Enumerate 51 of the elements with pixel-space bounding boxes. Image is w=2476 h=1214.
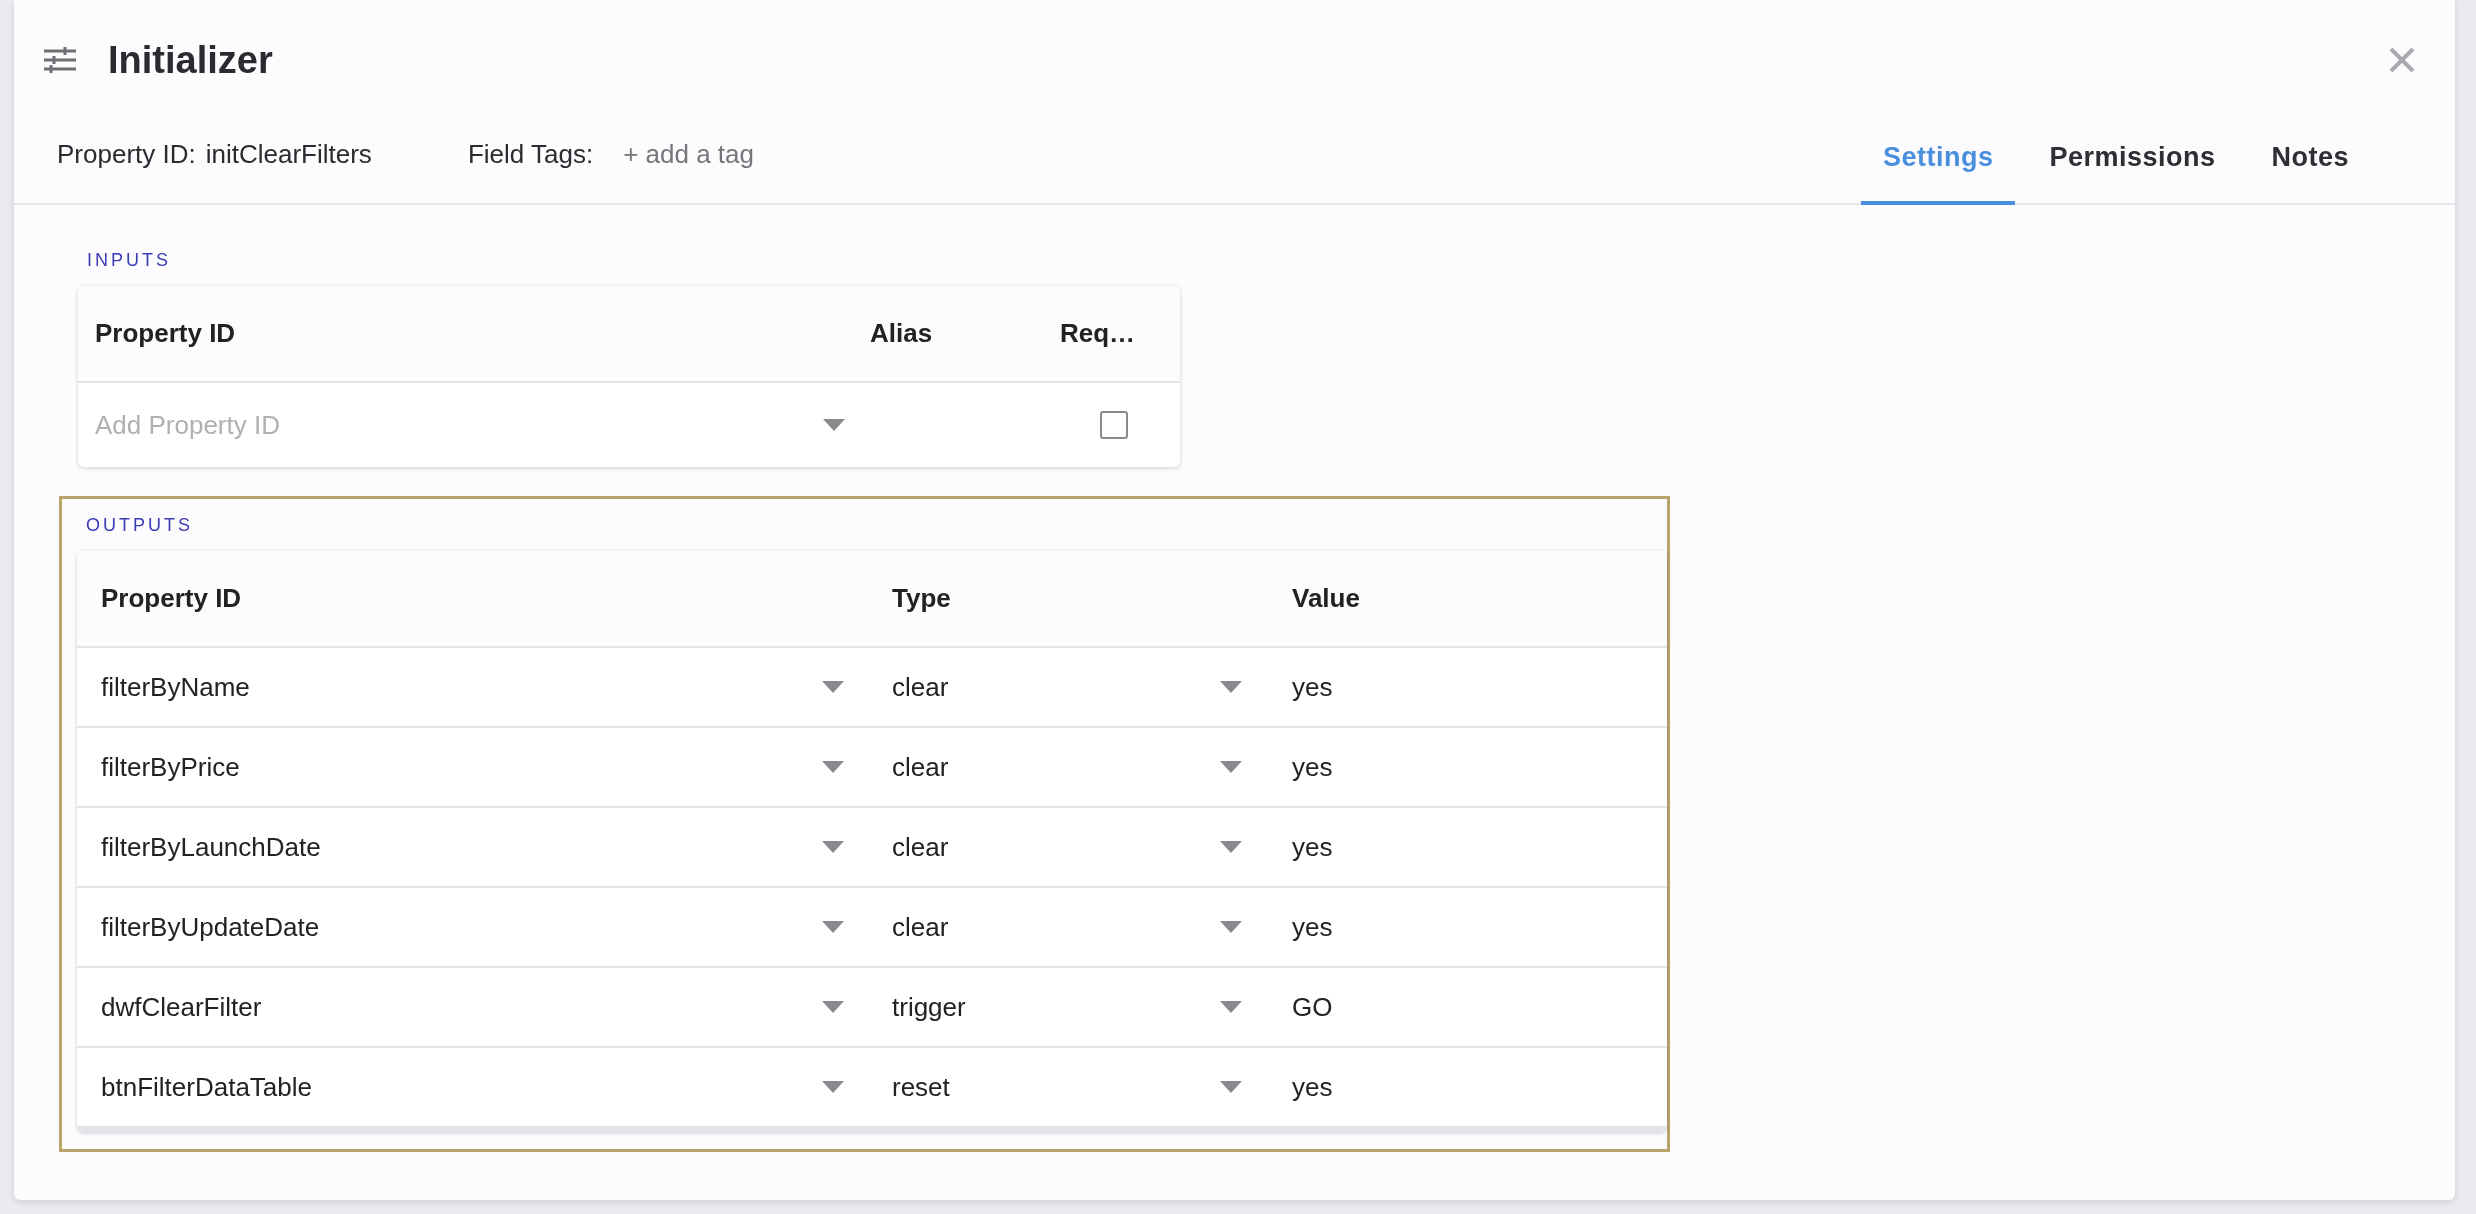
column-header: Type xyxy=(892,583,951,614)
column-header: Req… xyxy=(1060,318,1136,349)
add-tag-link[interactable]: + add a tag xyxy=(623,138,754,170)
caret-icon xyxy=(1220,681,1242,693)
field-tags-label: Field Tags: xyxy=(467,138,594,170)
required-checkbox[interactable] xyxy=(1100,411,1128,439)
property-select[interactable]: dwfClearFilter xyxy=(77,968,869,1046)
caret-icon xyxy=(822,921,844,933)
section-heading: OUTPUTS xyxy=(85,513,194,537)
property-select[interactable]: btnFilterDataTable xyxy=(77,1048,869,1126)
property-select[interactable]: filterByUpdateDate xyxy=(77,888,869,966)
table-cell: GO xyxy=(1292,991,1333,1023)
caret-icon xyxy=(823,419,845,431)
caret-icon xyxy=(822,761,844,773)
property-select[interactable]: Add Property ID xyxy=(95,409,823,441)
column-header: Alias xyxy=(870,318,933,349)
property-id-value: initClearFilters xyxy=(205,138,372,170)
property-select[interactable]: filterByPrice xyxy=(77,728,869,806)
caret-icon xyxy=(1220,921,1242,933)
type-select[interactable]: reset xyxy=(869,1048,1269,1126)
table-cell: yes xyxy=(1292,911,1333,943)
property-select[interactable]: filterByLaunchDate xyxy=(77,808,869,886)
column-header: Property ID xyxy=(95,318,236,349)
type-select[interactable]: clear xyxy=(869,648,1269,726)
caret-icon xyxy=(822,841,844,853)
dialog-title: Initializer xyxy=(108,38,274,82)
type-select[interactable]: clear xyxy=(869,728,1269,806)
tab[interactable]: Permissions xyxy=(2027,137,2238,205)
property-id-label: Property ID: xyxy=(57,138,196,170)
caret-icon xyxy=(1220,1081,1242,1093)
caret-icon xyxy=(822,1001,844,1013)
type-select[interactable]: clear xyxy=(869,888,1269,966)
type-select[interactable]: clear xyxy=(869,808,1269,886)
column-header: Property ID xyxy=(101,583,242,614)
table-cell: yes xyxy=(1292,831,1333,863)
sliders-icon[interactable] xyxy=(44,47,76,73)
table-cell: yes xyxy=(1292,751,1333,783)
property-select[interactable]: filterByName xyxy=(77,648,869,726)
table-cell: yes xyxy=(1292,1071,1333,1103)
caret-icon xyxy=(822,1081,844,1093)
table-cell: yes xyxy=(1292,671,1333,703)
section-heading: INPUTS xyxy=(86,248,172,272)
caret-icon xyxy=(1220,761,1242,773)
close-button[interactable] xyxy=(2389,47,2415,73)
column-header: Value xyxy=(1292,583,1360,614)
tab[interactable]: Notes xyxy=(2249,137,2371,205)
caret-icon xyxy=(1220,841,1242,853)
caret-icon xyxy=(1220,1001,1242,1013)
caret-icon xyxy=(822,681,844,693)
close-icon xyxy=(2389,47,2415,73)
type-select[interactable]: trigger xyxy=(869,968,1269,1046)
